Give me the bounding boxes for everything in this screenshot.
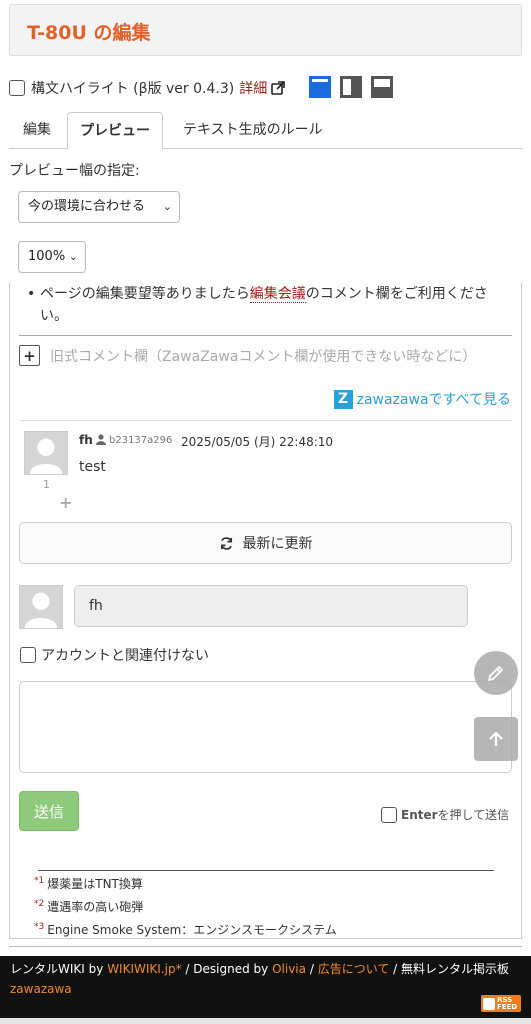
user-icon bbox=[96, 434, 106, 445]
footnote-text: Engine Smoke System：エンジンスモークシステム bbox=[47, 923, 337, 937]
footer-rental-label: レンタルWIKI by bbox=[10, 962, 104, 976]
external-link-icon[interactable] bbox=[271, 81, 286, 95]
no-account-row: アカウントと関連付けない bbox=[20, 645, 209, 665]
layout-switcher bbox=[309, 76, 393, 98]
preview-width-select[interactable]: 今の環境に合わせる ⌄ bbox=[18, 191, 180, 223]
zoom-value: 100% bbox=[28, 249, 66, 264]
bullet-text-pre: ページの編集要望等ありましたら bbox=[40, 286, 250, 302]
footnote-mark[interactable]: *3 bbox=[34, 922, 44, 932]
footer-separator: / bbox=[393, 962, 398, 976]
footer-olivia-link[interactable]: Olivia bbox=[272, 962, 306, 976]
divider bbox=[19, 335, 512, 336]
zawazawa-logo-icon: Z bbox=[333, 389, 353, 409]
rss-label-2: FEED bbox=[497, 1002, 518, 1011]
reply-plus-button[interactable]: + bbox=[59, 493, 72, 512]
refresh-label: 最新に更新 bbox=[242, 536, 313, 552]
chevron-down-icon: ⌄ bbox=[162, 200, 172, 213]
footer-wikiwiki-link[interactable]: WIKIWIKI.jp* bbox=[107, 962, 181, 976]
syntax-highlight-checkbox[interactable] bbox=[9, 80, 25, 96]
name-input[interactable]: fh bbox=[74, 585, 468, 627]
bullet-dot: • bbox=[27, 286, 36, 302]
detail-link[interactable]: 詳細 bbox=[239, 78, 267, 98]
footnote-item: *2 遭遇率の高い砲弾 bbox=[34, 898, 143, 915]
footnote-divider bbox=[38, 870, 494, 871]
default-user-icon bbox=[24, 592, 58, 628]
edit-fab[interactable] bbox=[474, 651, 518, 695]
layout-split-horizontal-icon[interactable] bbox=[371, 76, 393, 98]
old-comment-toggle[interactable]: + 旧式コメント欄（ZawaZawaコメント欄が使用できない時などに） bbox=[19, 345, 476, 366]
bottom-strip bbox=[0, 1018, 531, 1024]
tab-edit[interactable]: 編集 bbox=[11, 112, 63, 149]
footnote-text: 爆薬量はTNT換算 bbox=[47, 877, 143, 891]
footnote-text: 遭遇率の高い砲弾 bbox=[47, 900, 144, 914]
expand-plus-icon[interactable]: + bbox=[19, 345, 40, 366]
footer-ad-link[interactable]: 広告について bbox=[318, 962, 390, 976]
default-user-icon bbox=[29, 438, 63, 474]
comment-count: 1 bbox=[43, 478, 50, 491]
edit-meeting-link[interactable]: 編集会議 bbox=[249, 286, 306, 303]
avatar bbox=[24, 431, 68, 475]
syntax-highlight-label: 構文ハイライト (β版 ver 0.4.3) bbox=[31, 81, 235, 97]
tab-preview[interactable]: プレビュー bbox=[67, 112, 163, 150]
footnote-mark[interactable]: *1 bbox=[34, 876, 44, 886]
footer-separator: / bbox=[185, 962, 190, 976]
preview-width-value: 今の環境に合わせる bbox=[28, 199, 146, 214]
zawazawa-view-all-link[interactable]: Z zawazawaですべて見る bbox=[333, 389, 511, 409]
zawazawa-link-label: zawazawaですべて見る bbox=[356, 392, 511, 408]
comment-author: fh bbox=[79, 433, 93, 447]
footnote-item: *3 Engine Smoke System：エンジンスモークシステム bbox=[34, 921, 337, 938]
enter-rest-label: を押して送信 bbox=[437, 808, 510, 822]
syntax-highlight-row: 構文ハイライト (β版 ver 0.4.3) 詳細 bbox=[9, 76, 522, 100]
preview-pane: • ページの編集要望等ありましたら編集会議のコメント欄をご利用ください。 + 旧… bbox=[9, 283, 522, 939]
layout-full-icon[interactable] bbox=[309, 76, 331, 98]
site-footer: レンタルWIKI by WIKIWIKI.jp* / Designed by O… bbox=[0, 956, 531, 1018]
footer-zawazawa-link[interactable]: zawazawa bbox=[10, 982, 72, 996]
zoom-select[interactable]: 100% ⌄ bbox=[18, 241, 86, 273]
enter-to-send-checkbox[interactable] bbox=[381, 806, 397, 823]
page-header: T-80U の編集 bbox=[9, 4, 522, 56]
enter-key-label: Enter bbox=[401, 808, 438, 822]
preview-width-label: プレビュー幅の指定: bbox=[9, 163, 140, 179]
footer-designed-by: Designed by bbox=[193, 962, 269, 976]
divider bbox=[9, 946, 522, 947]
refresh-icon bbox=[220, 536, 232, 550]
footnote-mark[interactable]: *2 bbox=[34, 899, 44, 909]
chevron-down-icon: ⌄ bbox=[68, 250, 78, 263]
layout-split-vertical-icon[interactable] bbox=[340, 76, 362, 98]
footer-separator: / bbox=[309, 962, 314, 976]
footnote-item: *1 爆薬量はTNT換算 bbox=[34, 875, 143, 892]
arrow-up-icon bbox=[489, 731, 503, 746]
rss-icon bbox=[483, 997, 495, 1010]
scroll-top-button[interactable] bbox=[474, 717, 518, 761]
tab-text-rules[interactable]: テキスト生成のルール bbox=[171, 112, 335, 149]
page-title: T-80U の編集 bbox=[27, 22, 151, 44]
editor-tabs: 編集 プレビュー テキスト生成のルール bbox=[9, 112, 522, 150]
comment-body: test bbox=[79, 459, 106, 475]
no-account-checkbox[interactable] bbox=[20, 647, 36, 663]
comment-user-id: b23137a296 bbox=[109, 435, 173, 446]
list-item: • ページの編集要望等ありましたら編集会議のコメント欄をご利用ください。 bbox=[27, 283, 505, 327]
comment-timestamp: 2025/05/05 (月) 22:48:10 bbox=[181, 435, 334, 449]
no-account-label: アカウントと関連付けない bbox=[41, 648, 209, 664]
send-button[interactable]: 送信 bbox=[19, 791, 79, 831]
old-comment-label: 旧式コメント欄（ZawaZawaコメント欄が使用できない時などに） bbox=[50, 348, 477, 365]
comment-textarea[interactable] bbox=[19, 681, 512, 773]
refresh-button[interactable]: 最新に更新 bbox=[19, 522, 512, 564]
divider bbox=[19, 420, 512, 421]
rss-feed-button[interactable]: RSS FEED bbox=[481, 995, 521, 1012]
footer-free-board-label: 無料レンタル掲示板 bbox=[401, 962, 510, 976]
pencil-icon bbox=[488, 666, 503, 681]
avatar bbox=[19, 585, 63, 629]
enter-to-send-label: Enterを押して送信 bbox=[401, 806, 509, 823]
enter-to-send-row: Enterを押して送信 bbox=[381, 806, 509, 823]
